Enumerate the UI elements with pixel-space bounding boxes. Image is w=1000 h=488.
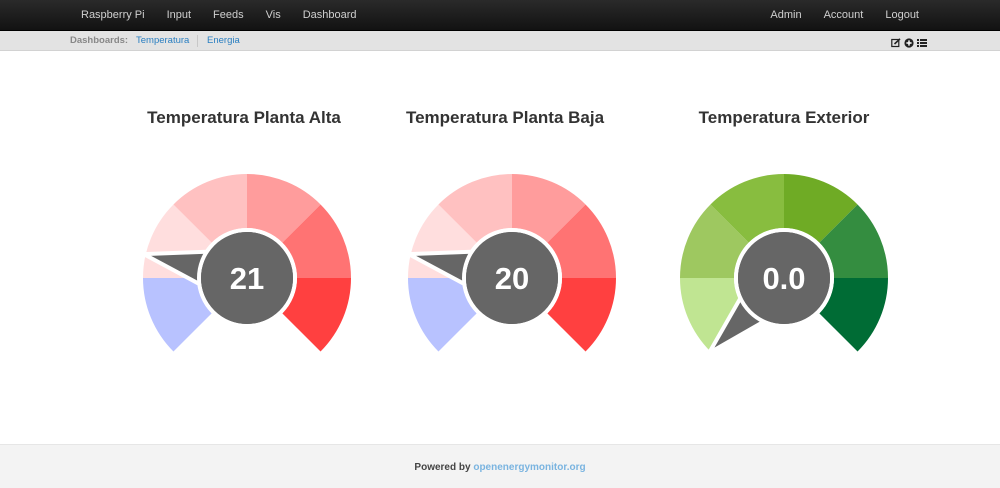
nav-account[interactable]: Account xyxy=(813,0,875,30)
dashboard-link-temperatura[interactable]: Temperatura xyxy=(136,31,189,51)
gauge-title-planta-alta: Temperatura Planta Alta xyxy=(147,108,341,127)
powered-by-label: Powered by xyxy=(414,462,471,473)
gauge-title-planta-baja: Temperatura Planta Baja xyxy=(405,108,605,127)
gauge-value: 20 xyxy=(495,261,529,296)
dashboard-actions xyxy=(891,35,927,48)
nav-feeds[interactable]: Feeds xyxy=(202,0,255,30)
gauge-value: 0.0 xyxy=(762,261,805,296)
nav-logout[interactable]: Logout xyxy=(874,0,930,30)
dashboard-link-energia[interactable]: Energia xyxy=(207,31,240,51)
gauge-value: 21 xyxy=(230,261,264,296)
gauge-title-exterior: Temperatura Exterior xyxy=(698,108,870,127)
nav-right: Admin Account Logout xyxy=(759,0,930,30)
dashboards-bar: Dashboards: Temperatura Energia xyxy=(0,31,1000,51)
footer-text: Powered by openenergymonitor.org xyxy=(0,462,1000,473)
nav-left: Raspberry Pi Input Feeds Vis Dashboard xyxy=(70,0,368,30)
nav-input[interactable]: Input xyxy=(156,0,202,30)
list-icon[interactable] xyxy=(917,35,927,47)
add-icon[interactable] xyxy=(904,35,914,48)
nav-admin[interactable]: Admin xyxy=(759,0,812,30)
nav-raspberry-pi[interactable]: Raspberry Pi xyxy=(70,0,156,30)
gauge-planta-baja: 20 xyxy=(406,174,616,352)
gauge-exterior: 0.0 xyxy=(680,174,888,355)
edit-icon[interactable] xyxy=(891,35,901,48)
gauge-planta-alta: 21 xyxy=(141,174,351,352)
link-divider xyxy=(197,35,198,47)
dashboards-label: Dashboards: xyxy=(70,35,129,46)
footer: Powered by openenergymonitor.org xyxy=(0,444,1000,488)
nav-dashboard[interactable]: Dashboard xyxy=(292,0,368,30)
footer-link[interactable]: openenergymonitor.org xyxy=(473,462,585,473)
top-navbar: Raspberry Pi Input Feeds Vis Dashboard A… xyxy=(0,0,1000,31)
nav-vis[interactable]: Vis xyxy=(255,0,292,30)
